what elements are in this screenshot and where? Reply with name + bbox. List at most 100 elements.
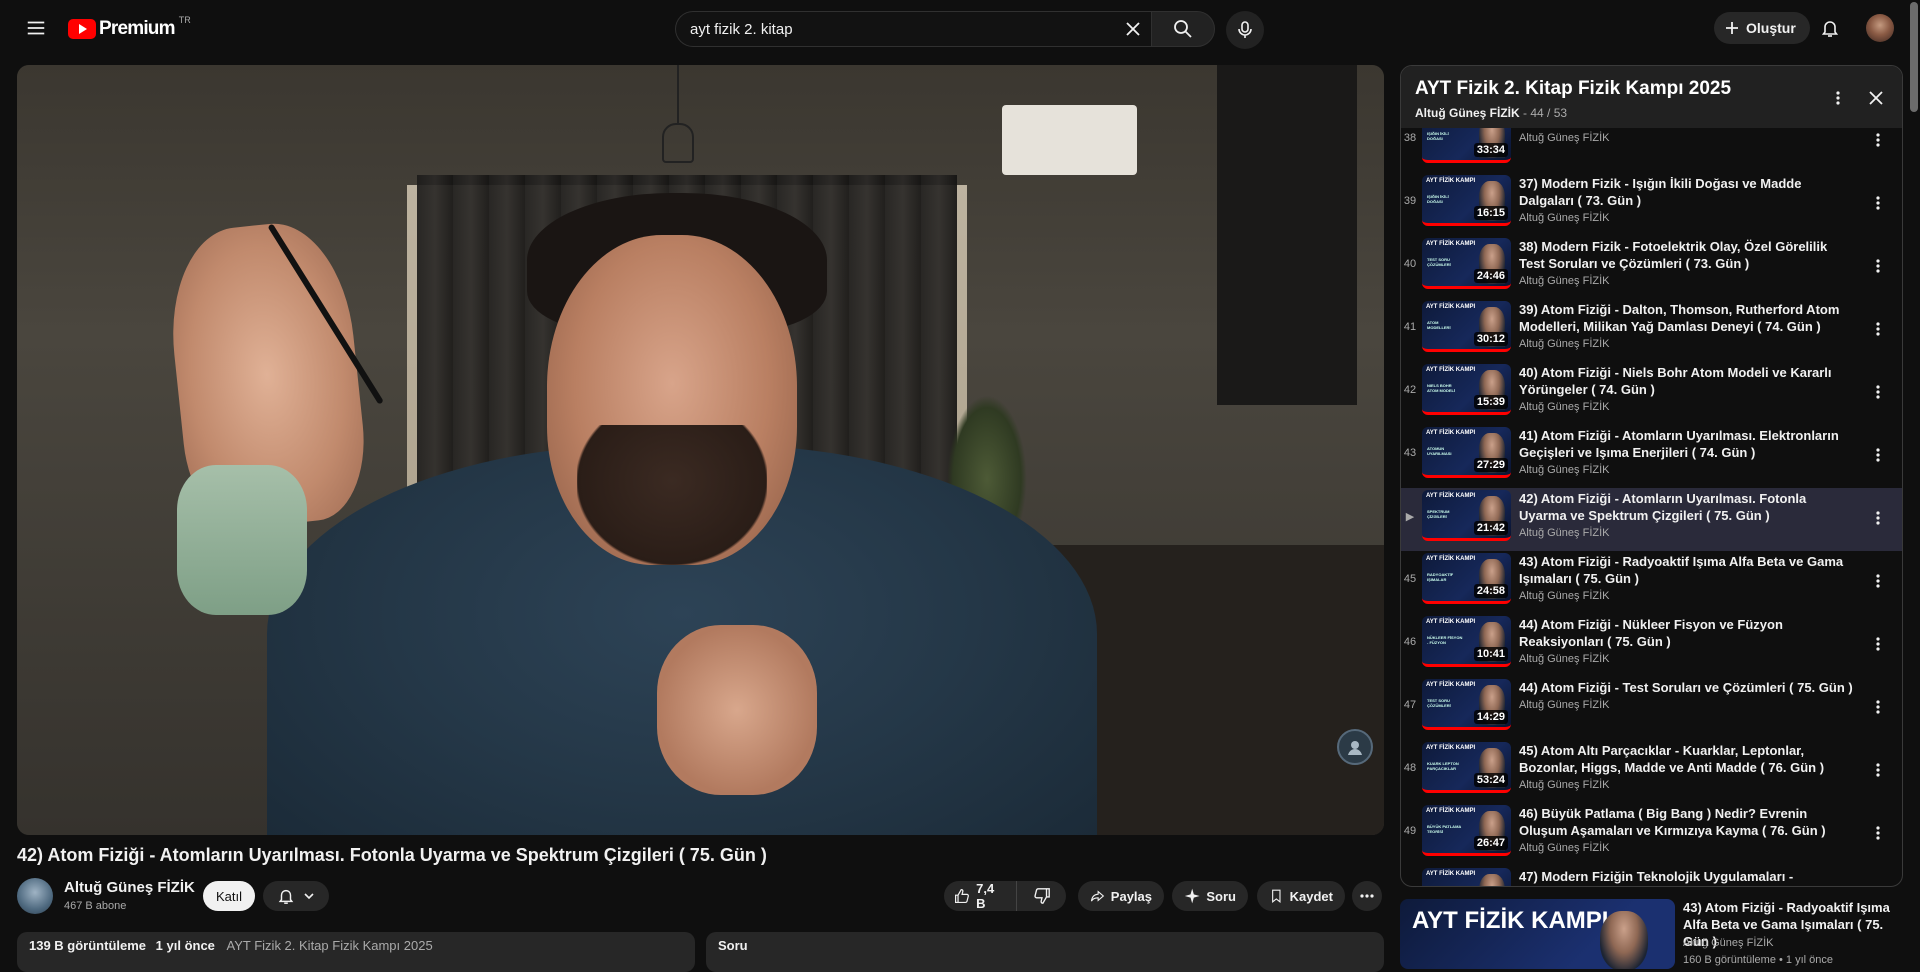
playlist-item-menu-button[interactable] bbox=[1868, 632, 1888, 656]
playlist-item-thumbnail[interactable]: AYT FİZİK KAMPI SPEKTRUM ÇİZGİLERİ 21:42 bbox=[1422, 490, 1511, 541]
playlist-item-title[interactable]: 42) Atom Fiziği - Atomların Uyarılması. … bbox=[1519, 490, 1854, 524]
playlist-item-menu-button[interactable] bbox=[1868, 191, 1888, 215]
playlist-item-menu-button[interactable] bbox=[1868, 506, 1888, 530]
playlist-item-title[interactable]: 41) Atom Fiziği - Atomların Uyarılması. … bbox=[1519, 427, 1854, 461]
playlist-menu-button[interactable] bbox=[1826, 86, 1850, 110]
playlist-item-duration: 30:12 bbox=[1473, 332, 1508, 346]
menu-button[interactable] bbox=[20, 12, 52, 44]
recommended-thumbnail[interactable]: AYT FİZİK KAMPI bbox=[1400, 899, 1675, 969]
search-button[interactable] bbox=[1151, 11, 1215, 47]
more-vertical-icon bbox=[1876, 133, 1880, 147]
thumbnail-brand-text: AYT FİZİK KAMPI bbox=[1426, 304, 1476, 310]
playlist-item-title[interactable]: 47) Modern Fiziğin Teknolojik Uygulamala… bbox=[1519, 868, 1854, 886]
playlist-tag[interactable]: AYT Fizik 2. Kitap Fizik Kampı 2025 bbox=[227, 938, 433, 953]
thumbs-up-icon bbox=[955, 888, 969, 904]
playlist-item-title[interactable]: 44) Atom Fiziği - Nükleer Fisyon ve Füzy… bbox=[1519, 616, 1854, 650]
playlist-item-menu-button[interactable] bbox=[1868, 254, 1888, 278]
playlist-item[interactable]: 46 AYT FİZİK KAMPI NÜKLEER FİSYON - FÜZYON… bbox=[1401, 614, 1902, 677]
playlist-item[interactable]: 40 AYT FİZİK KAMPI TEST SORU ÇÖZÜMLERİ 24:4… bbox=[1401, 236, 1902, 299]
playlist-item-menu-button[interactable] bbox=[1868, 821, 1888, 845]
playlist-item-menu-button[interactable] bbox=[1868, 758, 1888, 782]
playlist-item-thumbnail[interactable]: AYT FİZİK KAMPIIŞIĞIN İKİLİ DOĞASI33:34 bbox=[1422, 128, 1511, 163]
playlist-item-menu-button[interactable] bbox=[1868, 380, 1888, 404]
channel-name[interactable]: Altuğ Güneş FİZİK bbox=[64, 879, 195, 896]
playlist-item-text: 46) Büyük Patlama ( Big Bang ) Nedir? Ev… bbox=[1519, 805, 1854, 854]
playlist-item-duration: 33:34 bbox=[1473, 143, 1508, 157]
playlist-item[interactable]: 47 AYT FİZİK KAMPI TEST SORU ÇÖZÜMLERİ 14:2… bbox=[1401, 677, 1902, 740]
playlist-item[interactable]: 38AYT FİZİK KAMPIIŞIĞIN İKİLİ DOĞASI33:3… bbox=[1401, 128, 1902, 173]
dislike-button[interactable] bbox=[1016, 881, 1066, 911]
youtube-logo[interactable]: Premium TR bbox=[68, 15, 191, 40]
ask-button[interactable]: Soru bbox=[1172, 881, 1248, 911]
playlist-items[interactable]: 38 AYT FİZİK KAMPI IŞIĞIN İKİLİ DOĞASI 33:3… bbox=[1401, 128, 1902, 886]
more-vertical-icon bbox=[1876, 826, 1880, 840]
playlist-close-button[interactable] bbox=[1864, 86, 1888, 110]
playlist-item-title[interactable]: 43) Atom Fiziği - Radyoaktif Işıma Alfa … bbox=[1519, 553, 1854, 587]
page-scrollbar[interactable] bbox=[1908, 0, 1920, 961]
ask-panel[interactable]: Soru bbox=[706, 932, 1384, 972]
playlist-item-title[interactable]: 39) Atom Fiziği - Dalton, Thomson, Ruthe… bbox=[1519, 301, 1854, 335]
thumbnail-brand-text: AYT FİZİK KAMPI bbox=[1426, 178, 1476, 184]
playlist-item-title[interactable]: 44) Atom Fiziği - Test Soruları ve Çözüm… bbox=[1519, 679, 1854, 696]
playlist-item-channel: Altuğ Güneş FİZİK bbox=[1519, 275, 1610, 287]
playlist-item-thumbnail[interactable]: AYT FİZİK KAMPI ATOM MODELLERİ 30:12 bbox=[1422, 301, 1511, 352]
playlist-item-thumbnail[interactable]: AYT FİZİK KAMPI NIELS BOHR ATOM MODELİ 15:… bbox=[1422, 364, 1511, 415]
playlist-item[interactable]: 50AYT FİZİK KAMPIMODERN FİZİK47) Modern … bbox=[1401, 866, 1902, 886]
playlist-item-title[interactable]: 40) Atom Fiziği - Niels Bohr Atom Modeli… bbox=[1519, 364, 1854, 398]
playlist-item-title[interactable]: 37) Modern Fizik - Işığın İkili Doğası v… bbox=[1519, 175, 1854, 209]
playlist-item-channel: Altuğ Güneş FİZİK bbox=[1519, 464, 1610, 476]
playlist-item[interactable]: 43 AYT FİZİK KAMPI ATOMUN UYARILMASI 27:29 4… bbox=[1401, 425, 1902, 488]
playlist-item-thumbnail[interactable]: AYT FİZİK KAMPI KUARK LEPTON PARÇACIKLAR 5… bbox=[1422, 742, 1511, 793]
playlist-item-thumbnail[interactable]: AYT FİZİK KAMPI TEST SORU ÇÖZÜMLERİ 24:46 bbox=[1422, 238, 1511, 289]
recommended-channel[interactable]: Altuğ Güneş FİZİK bbox=[1683, 937, 1773, 949]
playlist-item-thumbnail[interactable]: AYT FİZİK KAMPI NÜKLEER FİSYON - FÜZYON 10… bbox=[1422, 616, 1511, 667]
share-button[interactable]: Paylaş bbox=[1078, 881, 1164, 911]
playlist-item[interactable]: 48 AYT FİZİK KAMPI KUARK LEPTON PARÇACIKLA… bbox=[1401, 740, 1902, 803]
playlist-item-menu-button[interactable] bbox=[1868, 569, 1888, 593]
playlist-item-menu-button[interactable] bbox=[1868, 128, 1888, 152]
voice-search-button[interactable] bbox=[1226, 11, 1264, 49]
playlist-item-menu-button[interactable] bbox=[1868, 884, 1888, 886]
save-button[interactable]: Kaydet bbox=[1257, 881, 1345, 911]
playlist-item-duration: 10:41 bbox=[1473, 647, 1508, 661]
video-player[interactable] bbox=[17, 65, 1384, 835]
channel-watermark[interactable] bbox=[1337, 729, 1373, 765]
view-count: 139 B görüntüleme bbox=[29, 938, 147, 953]
playlist-item-thumbnail[interactable]: AYT FİZİK KAMPI ATOMUN UYARILMASI 27:29 bbox=[1422, 427, 1511, 478]
playlist-item[interactable]: 45 AYT FİZİK KAMPI RADYOAKTİF IŞIMALAR 24:5… bbox=[1401, 551, 1902, 614]
playlist-title[interactable]: AYT Fizik 2. Kitap Fizik Kampı 2025 bbox=[1415, 78, 1888, 100]
playlist-item[interactable]: 41 AYT FİZİK KAMPI ATOM MODELLERİ 30:12 39) … bbox=[1401, 299, 1902, 362]
playlist-item-title[interactable]: 45) Atom Altı Parçacıklar - Kuarklar, Le… bbox=[1519, 742, 1854, 776]
playlist-item-thumbnail[interactable]: AYT FİZİK KAMPIMODERN FİZİK bbox=[1422, 868, 1511, 886]
playlist-item[interactable]: ▶ AYT FİZİK KAMPI SPEKTRUM ÇİZGİLERİ 21:42 4… bbox=[1401, 488, 1902, 551]
notifications-button[interactable] bbox=[1814, 12, 1846, 44]
playlist-item-text: 44) Atom Fiziği - Test Soruları ve Çözüm… bbox=[1519, 679, 1854, 711]
clear-search-button[interactable] bbox=[1115, 11, 1151, 47]
account-avatar[interactable] bbox=[1866, 14, 1894, 42]
playlist-channel[interactable]: Altuğ Güneş FİZİK bbox=[1415, 106, 1520, 120]
playlist-item[interactable]: 39 AYT FİZİK KAMPI IŞIĞIN İKİLİ DOĞASI 16:1… bbox=[1401, 173, 1902, 236]
join-button[interactable]: Katıl bbox=[203, 881, 255, 911]
playlist-item-menu-button[interactable] bbox=[1868, 317, 1888, 341]
channel-avatar[interactable] bbox=[17, 878, 53, 914]
playlist-item[interactable]: 49 AYT FİZİK KAMPI BÜYÜK PATLAMA TEORİSİ 26… bbox=[1401, 803, 1902, 866]
playlist-item-title[interactable]: ( 72. Gün ) bbox=[1519, 128, 1854, 129]
description-box[interactable]: 139 B görüntüleme 1 yıl önce AYT Fizik 2… bbox=[17, 932, 695, 972]
playlist-subtitle: Altuğ Güneş FİZİK - 44 / 53 bbox=[1415, 106, 1888, 120]
subscription-bell-button[interactable] bbox=[263, 881, 329, 911]
playlist-item-title[interactable]: 38) Modern Fizik - Fotoelektrik Olay, Öz… bbox=[1519, 238, 1854, 272]
create-button[interactable]: Oluştur bbox=[1714, 12, 1810, 44]
scrollbar-thumb[interactable] bbox=[1910, 2, 1918, 112]
search-box bbox=[675, 11, 1151, 47]
playlist-item-menu-button[interactable] bbox=[1868, 695, 1888, 719]
more-actions-button[interactable] bbox=[1352, 881, 1382, 911]
playlist-item-thumbnail[interactable]: AYT FİZİK KAMPI IŞIĞIN İKİLİ DOĞASI 16:15 bbox=[1422, 175, 1511, 226]
playlist-item-thumbnail[interactable]: AYT FİZİK KAMPI BÜYÜK PATLAMA TEORİSİ 26:4… bbox=[1422, 805, 1511, 856]
playlist-item-title[interactable]: 46) Büyük Patlama ( Big Bang ) Nedir? Ev… bbox=[1519, 805, 1854, 839]
like-button[interactable]: 7,4 B bbox=[944, 881, 1016, 911]
search-input[interactable] bbox=[690, 20, 1115, 38]
playlist-item-thumbnail[interactable]: AYT FİZİK KAMPI RADYOAKTİF IŞIMALAR 24:58 bbox=[1422, 553, 1511, 604]
playlist-item-menu-button[interactable] bbox=[1868, 443, 1888, 467]
playlist-item[interactable]: 42 AYT FİZİK KAMPI NIELS BOHR ATOM MODELİ 1… bbox=[1401, 362, 1902, 425]
playlist-item-thumbnail[interactable]: AYT FİZİK KAMPI TEST SORU ÇÖZÜMLERİ 14:29 bbox=[1422, 679, 1511, 730]
